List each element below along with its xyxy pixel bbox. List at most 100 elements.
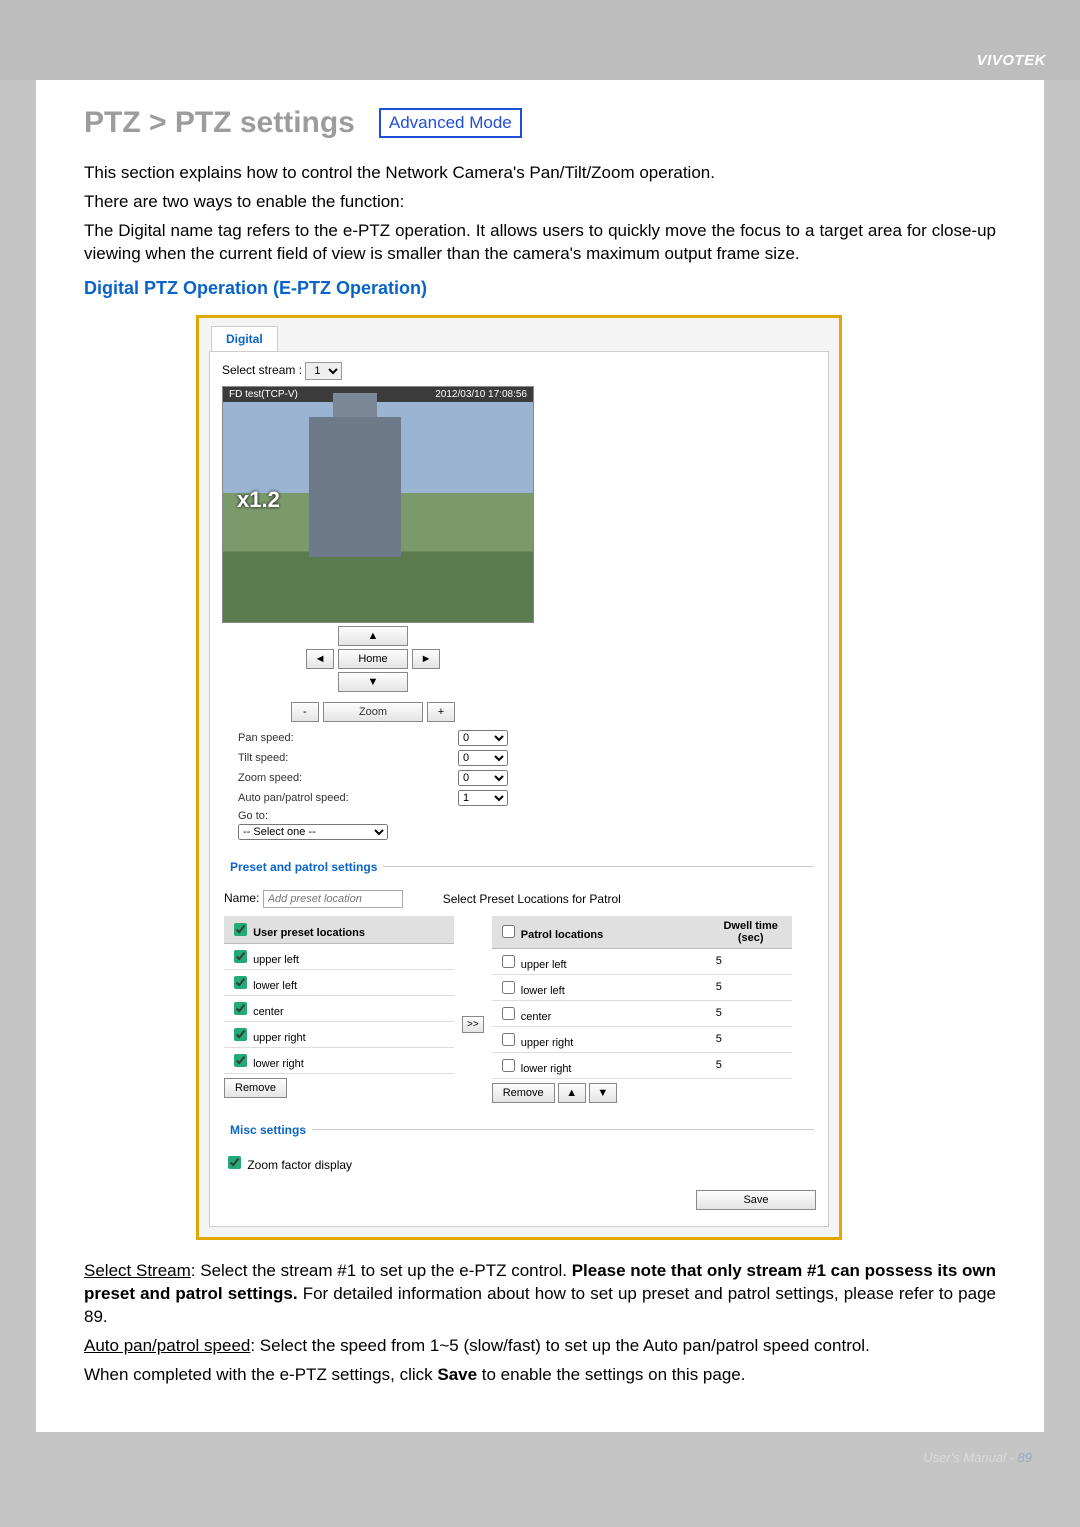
dwell-value: 5: [710, 1000, 792, 1026]
tilt-down-button[interactable]: ▼: [338, 672, 408, 692]
patrol-header: Patrol locations: [521, 929, 604, 941]
preset-label: lower right: [253, 1058, 304, 1070]
patrol-label: lower left: [521, 985, 565, 997]
video-title: FD test(TCP-V): [229, 389, 298, 400]
zoom-factor-display-checkbox[interactable]: [228, 1156, 241, 1169]
preset-name-input[interactable]: [263, 890, 403, 908]
intro-line-2: There are two ways to enable the functio…: [84, 191, 996, 214]
page-title: PTZ > PTZ settings: [84, 106, 355, 140]
eptz-panel: Digital Select stream : 1 FD test(TCP-V)…: [196, 315, 842, 1240]
select-stream-label: Select stream :: [222, 363, 302, 377]
goto-select[interactable]: -- Select one --: [238, 824, 388, 840]
preset-patrol-legend: Preset and patrol settings: [224, 860, 383, 874]
table-row: center: [224, 995, 454, 1021]
zoom-speed-label: Zoom speed:: [238, 772, 302, 784]
dpad: ▲ ◄ Home ► ▼: [238, 626, 508, 692]
misc-settings-legend: Misc settings: [224, 1123, 312, 1137]
auto-speed-paragraph: Auto pan/patrol speed: Select the speed …: [84, 1335, 996, 1358]
save-line-paragraph: When completed with the e-PTZ settings, …: [84, 1364, 996, 1387]
dwell-value: 5: [710, 1052, 792, 1078]
tab-digital[interactable]: Digital: [211, 326, 278, 351]
table-row: upper left 5: [492, 948, 792, 974]
tilt-speed-select[interactable]: 0: [458, 750, 508, 766]
home-button[interactable]: Home: [338, 649, 408, 669]
pan-speed-select[interactable]: 0: [458, 730, 508, 746]
patrol-checkbox[interactable]: [502, 955, 515, 968]
table-row: lower left: [224, 969, 454, 995]
intro-paragraph: The Digital name tag refers to the e-PTZ…: [84, 220, 996, 266]
patrol-checkbox[interactable]: [502, 981, 515, 994]
user-preset-header-checkbox[interactable]: [234, 923, 247, 936]
patrol-remove-button[interactable]: Remove: [492, 1083, 555, 1103]
preset-label: upper right: [253, 1032, 306, 1044]
dwell-value: 5: [710, 948, 792, 974]
patrol-label: center: [521, 1011, 552, 1023]
misc-settings-group: Misc settings Zoom factor display: [224, 1123, 814, 1172]
preset-checkbox[interactable]: [234, 1054, 247, 1067]
select-stream-paragraph: Select Stream: Select the stream #1 to s…: [84, 1260, 996, 1329]
patrol-table: Patrol locations Dwell time (sec) upper …: [492, 916, 792, 1079]
patrol-label: upper left: [521, 959, 567, 971]
text-bold: Save: [437, 1365, 477, 1384]
preset-label: upper left: [253, 954, 299, 966]
save-button[interactable]: Save: [696, 1190, 816, 1210]
page-number: 89: [1018, 1450, 1032, 1465]
brand-label: VIVOTEK: [977, 52, 1046, 69]
zoom-out-button[interactable]: -: [291, 702, 319, 722]
table-row: lower right: [224, 1047, 454, 1073]
text: : Select the speed from 1~5 (slow/fast) …: [250, 1336, 869, 1355]
dwell-value: 5: [710, 1026, 792, 1052]
zoom-in-button[interactable]: +: [427, 702, 455, 722]
auto-speed-label: Auto pan/patrol speed:: [238, 792, 349, 804]
preset-label: lower left: [253, 980, 297, 992]
zoom-factor-display-label: Zoom factor display: [247, 1158, 352, 1172]
patrol-checkbox[interactable]: [502, 1007, 515, 1020]
patrol-header-checkbox[interactable]: [502, 925, 515, 938]
user-preset-table: User preset locations upper left lower l…: [224, 916, 454, 1074]
video-timestamp: 2012/03/10 17:08:56: [435, 389, 527, 400]
zoom-label: Zoom: [323, 702, 423, 722]
footer: User's Manual - 89: [0, 1432, 1080, 1525]
footer-label: User's Manual -: [923, 1450, 1017, 1465]
add-to-patrol-button[interactable]: >>: [462, 1016, 484, 1033]
patrol-move-down-button[interactable]: ▼: [589, 1083, 617, 1103]
preset-checkbox[interactable]: [234, 950, 247, 963]
patrol-checkbox[interactable]: [502, 1033, 515, 1046]
patrol-checkbox[interactable]: [502, 1059, 515, 1072]
pan-left-button[interactable]: ◄: [306, 649, 334, 669]
select-patrol-label: Select Preset Locations for Patrol: [443, 892, 621, 906]
user-preset-remove-button[interactable]: Remove: [224, 1078, 287, 1098]
preset-label: center: [253, 1006, 284, 1018]
intro-line-1: This section explains how to control the…: [84, 162, 996, 185]
pan-right-button[interactable]: ►: [412, 649, 440, 669]
text: : Select the stream #1 to set up the e-P…: [191, 1261, 572, 1280]
name-label: Name:: [224, 891, 259, 905]
tilt-up-button[interactable]: ▲: [338, 626, 408, 646]
preset-patrol-group: Preset and patrol settings Name: Select …: [224, 860, 814, 1103]
auto-speed-head: Auto pan/patrol speed: [84, 1336, 250, 1355]
table-row: center 5: [492, 1000, 792, 1026]
video-preview: FD test(TCP-V) 2012/03/10 17:08:56 x1.2: [222, 386, 534, 623]
section-heading: Digital PTZ Operation (E-PTZ Operation): [84, 278, 996, 299]
panel-inner: Select stream : 1 FD test(TCP-V) 2012/03…: [209, 351, 829, 1227]
header-band: VIVOTEK: [0, 0, 1080, 80]
mode-tag: Advanced Mode: [379, 108, 522, 138]
select-stream-row: Select stream : 1: [222, 362, 816, 380]
preset-checkbox[interactable]: [234, 1028, 247, 1041]
tilt-speed-label: Tilt speed:: [238, 752, 288, 764]
video-scene: [309, 417, 401, 557]
select-stream-dropdown[interactable]: 1: [305, 362, 342, 380]
user-preset-header: User preset locations: [253, 927, 365, 939]
title-row: PTZ > PTZ settings Advanced Mode: [84, 106, 996, 140]
patrol-move-up-button[interactable]: ▲: [558, 1083, 586, 1103]
patrol-label: lower right: [521, 1063, 572, 1075]
preset-checkbox[interactable]: [234, 976, 247, 989]
zoom-speed-select[interactable]: 0: [458, 770, 508, 786]
ptz-controls: ▲ ◄ Home ► ▼ - Zoom + Pan speed: 0: [238, 623, 508, 840]
preset-checkbox[interactable]: [234, 1002, 247, 1015]
text: When completed with the e-PTZ settings, …: [84, 1365, 437, 1384]
select-stream-head: Select Stream: [84, 1261, 191, 1280]
page-body: PTZ > PTZ settings Advanced Mode This se…: [36, 80, 1044, 1432]
auto-speed-select[interactable]: 1: [458, 790, 508, 806]
goto-label: Go to:: [238, 810, 508, 822]
